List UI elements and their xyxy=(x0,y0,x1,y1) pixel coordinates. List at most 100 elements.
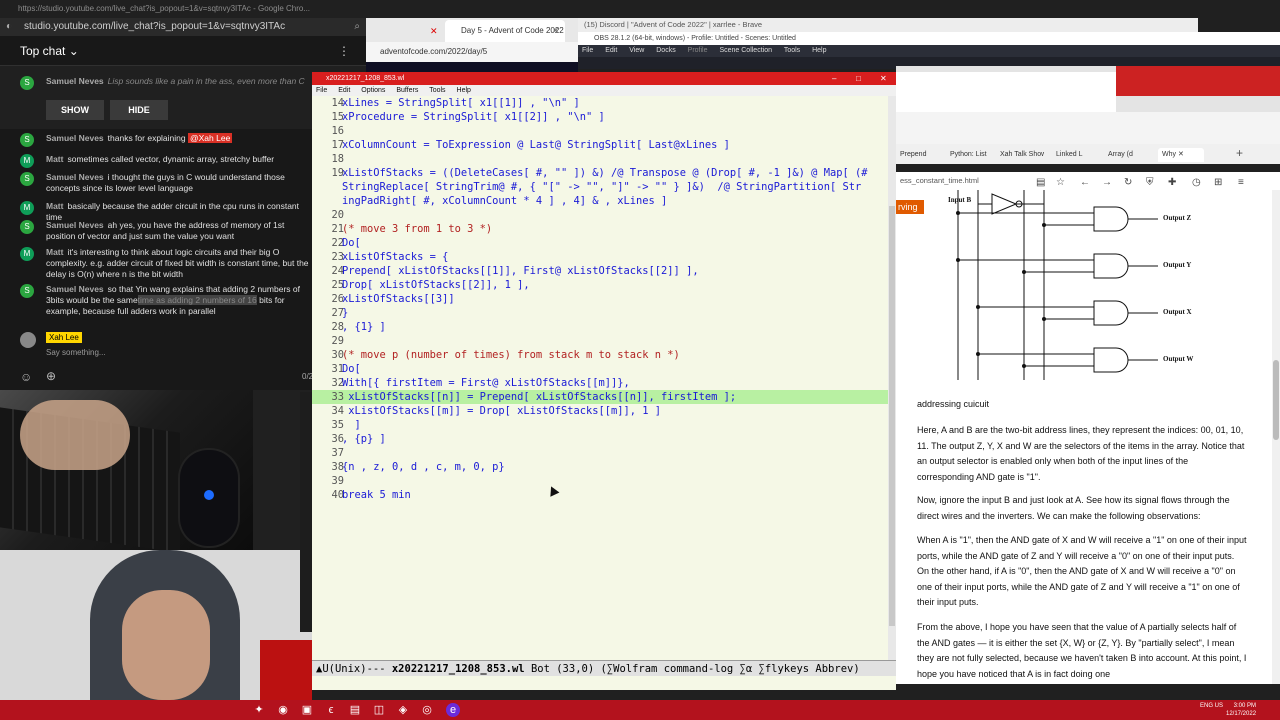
code-line[interactable]: 22 Do[ xyxy=(312,236,888,250)
code-line[interactable]: 27} xyxy=(312,306,888,320)
start-icon[interactable]: ✦ xyxy=(252,703,266,717)
code-line[interactable]: 15 xProcedure = StringSplit[ x1[[2]] , "\… xyxy=(312,110,888,124)
emacs-minibuffer[interactable] xyxy=(312,676,896,690)
menu-file[interactable]: File xyxy=(316,87,327,94)
code-line[interactable]: 34 xListOfStacks[[m]] = Drop[ xListOfSta… xyxy=(312,404,888,418)
tab-linked-list[interactable]: Linked L xyxy=(1056,148,1092,162)
menu-edit[interactable]: Edit xyxy=(338,87,350,94)
code-line[interactable]: 38 {n , z, 0, d , c, m, 0, p} xyxy=(312,460,888,474)
code-line[interactable]: 21 (* move 3 from 1 to 3 *) xyxy=(312,222,888,236)
obs-icon[interactable]: ◎ xyxy=(420,703,434,717)
youtube-url[interactable]: studio.youtube.com/live_chat?is_popout=1… xyxy=(24,21,285,32)
minimize-icon[interactable]: – xyxy=(832,72,836,85)
code-line[interactable]: 25 Drop[ xListOfStacks[[2]], 1 ], xyxy=(312,278,888,292)
close-icon[interactable]: ✕ xyxy=(1178,151,1184,158)
menu-options[interactable]: Options xyxy=(361,87,385,94)
scroll-thumb[interactable] xyxy=(1273,360,1279,440)
code-text[interactable]: Prepend[ xListOfStacks[[1]], First@ xLis… xyxy=(342,264,699,278)
close-icon[interactable]: ✕ xyxy=(552,20,559,42)
code-line[interactable]: 19 xListOfStacks = ((DeleteCases[ #, "" ]… xyxy=(312,166,888,180)
zoom-icon[interactable]: ⌕ xyxy=(354,18,360,36)
code-editor[interactable]: 14 xLines = StringSplit[ x1[[1]] , "\n" ]… xyxy=(312,96,888,660)
chevron-down-icon[interactable]: ⌄ xyxy=(69,44,79,58)
obs-menu-edit[interactable]: Edit xyxy=(605,47,617,54)
code-text[interactable]: Drop[ xListOfStacks[[2]], 1 ], xyxy=(342,278,530,292)
tab-python-list[interactable]: Python: List xyxy=(950,148,992,162)
obs-menu-profile[interactable]: Profile xyxy=(688,47,708,54)
hide-button[interactable]: HIDE xyxy=(110,100,168,120)
code-text[interactable]: StringReplace[ StringTrim@ #, { "[" -> "… xyxy=(342,180,861,194)
code-text[interactable]: {n , z, 0, d , c, m, 0, p} xyxy=(342,460,505,474)
code-text[interactable]: xListOfStacks = { xyxy=(342,250,448,264)
chat-input-field[interactable]: Say something... xyxy=(46,348,106,357)
code-text[interactable]: xListOfStacks[[n]] = Prepend[ xListOfSta… xyxy=(342,390,736,404)
code-text[interactable]: } xyxy=(342,306,348,320)
obs-menu-file[interactable]: File xyxy=(582,47,593,54)
code-line[interactable]: StringReplace[ StringTrim@ #, { "[" -> "… xyxy=(312,180,888,194)
app-icon[interactable]: ◈ xyxy=(396,703,410,717)
code-line[interactable]: 23 xListOfStacks = { xyxy=(312,250,888,264)
menu-help[interactable]: Help xyxy=(457,87,471,94)
terminal-icon[interactable]: ▣ xyxy=(300,703,314,717)
youtube-address-bar[interactable]: ◐ studio.youtube.com/live_chat?is_popout… xyxy=(0,18,366,36)
scroll-thumb[interactable] xyxy=(889,206,895,626)
tab-xah-talk-show[interactable]: Xah Talk Show xyxy=(1000,148,1044,162)
obs-menu-tools[interactable]: Tools xyxy=(784,47,800,54)
emacs-active-icon[interactable]: e xyxy=(446,703,460,717)
browser-icon[interactable]: ◉ xyxy=(276,703,290,717)
code-text[interactable]: ingPadRight[ #, xColumnCount * 4 ] , 4] … xyxy=(342,194,667,208)
article-scrollbar[interactable] xyxy=(1272,190,1280,684)
tab-prepend[interactable]: Prepend xyxy=(900,148,940,162)
code-line[interactable]: 32 With[{ firstItem = First@ xListOfStack… xyxy=(312,376,888,390)
show-button[interactable]: SHOW xyxy=(46,100,104,120)
code-line[interactable]: 31 Do[ xyxy=(312,362,888,376)
right-address-bar[interactable]: ess_constant_time.html ▤ ☆ ← → ↻ ⛨ ✚ ◷ ⊞… xyxy=(896,172,1280,190)
tab-aoc[interactable]: Day 5 - Advent of Code 2022 ✕ xyxy=(445,20,565,42)
code-line[interactable]: 29 xyxy=(312,334,888,348)
code-text[interactable]: break 5 min xyxy=(342,488,411,502)
code-text[interactable]: , {1} ] xyxy=(342,320,386,334)
code-text[interactable]: Do[ xyxy=(342,362,361,376)
code-text[interactable]: (* move 3 from 1 to 3 *) xyxy=(342,222,492,236)
code-line[interactable]: 17 xColumnCount = ToExpression @ Last@ St… xyxy=(312,138,888,152)
code-text[interactable]: xListOfStacks[[m]] = Drop[ xListOfStacks… xyxy=(342,404,661,418)
code-text[interactable]: xListOfStacks = ((DeleteCases[ #, "" ]) … xyxy=(342,166,867,180)
editor-scrollbar[interactable] xyxy=(888,96,896,660)
close-icon[interactable]: ✕ xyxy=(430,26,438,37)
code-text[interactable]: xListOfStacks[[3]] xyxy=(342,292,455,306)
code-text[interactable]: ] xyxy=(342,418,361,432)
close-icon[interactable]: ✕ xyxy=(880,72,887,85)
code-line[interactable]: 40 break 5 min xyxy=(312,488,888,502)
code-line[interactable]: 30 (* move p (number of times) from stack… xyxy=(312,348,888,362)
store-icon[interactable]: ◫ xyxy=(372,703,386,717)
code-line[interactable]: 20 xyxy=(312,208,888,222)
menu-tools[interactable]: Tools xyxy=(429,87,445,94)
code-line[interactable]: 36, {p} ] xyxy=(312,432,888,446)
code-text[interactable]: (* move p (number of times) from stack m… xyxy=(342,348,680,362)
code-text[interactable]: Do[ xyxy=(342,236,361,250)
code-line[interactable]: 37 xyxy=(312,446,888,460)
code-line[interactable]: 26 xListOfStacks[[3]] xyxy=(312,292,888,306)
tab-array[interactable]: Array (d xyxy=(1108,148,1144,162)
code-line[interactable]: ingPadRight[ #, xColumnCount * 4 ] , 4] … xyxy=(312,194,888,208)
chat-list[interactable]: S Samuel Neves Lisp sounds like a pain in… xyxy=(0,67,312,330)
obs-menu-view[interactable]: View xyxy=(629,47,644,54)
code-line[interactable]: 39 xyxy=(312,474,888,488)
code-line[interactable]: 18 xyxy=(312,152,888,166)
maximize-icon[interactable]: □ xyxy=(856,72,861,85)
code-line[interactable]: 24 Prepend[ xListOfStacks[[1]], First@ xL… xyxy=(312,264,888,278)
new-tab-icon[interactable]: + xyxy=(1236,146,1243,160)
code-line[interactable]: 14 xLines = StringSplit[ x1[[1]] , "\n" ] xyxy=(312,96,888,110)
emacs-taskbar-icon[interactable]: ϵ xyxy=(324,703,338,717)
obs-menu-help[interactable]: Help xyxy=(812,47,826,54)
current-code-line[interactable]: 33 xListOfStacks[[n]] = Prepend[ xListOf… xyxy=(312,390,888,404)
language-indicator[interactable]: ENG US xyxy=(1200,702,1223,710)
code-line[interactable]: 35 ] xyxy=(312,418,888,432)
top-chat-dropdown[interactable]: Top chat xyxy=(20,44,65,58)
emoji-icon[interactable]: ☺ xyxy=(20,370,32,384)
clock[interactable]: 3:00 PM 12/17/2022 xyxy=(1226,702,1256,718)
right-url[interactable]: ess_constant_time.html xyxy=(900,176,979,185)
code-line[interactable]: 16 xyxy=(312,124,888,138)
menu-buffers[interactable]: Buffers xyxy=(396,87,418,94)
aoc-address-bar[interactable]: adventofcode.com/2022/day/5 xyxy=(366,42,578,62)
